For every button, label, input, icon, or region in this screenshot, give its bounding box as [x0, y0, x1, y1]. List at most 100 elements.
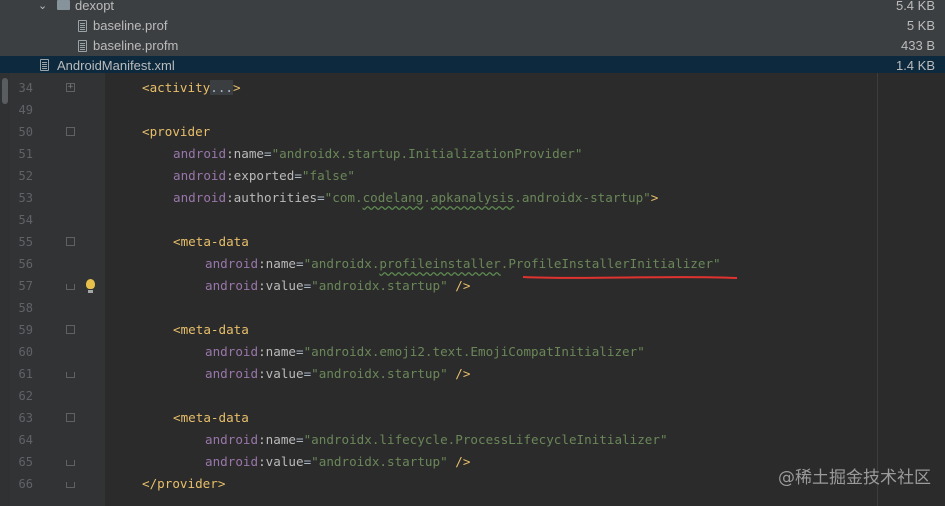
- code-text: android:value="androidx.startup" />: [205, 451, 470, 473]
- code-line[interactable]: 56 android:name="androidx.profileinstalle…: [0, 253, 945, 275]
- code-token: apkanalysis: [430, 190, 515, 205]
- fold-collapse-icon[interactable]: [66, 325, 75, 334]
- code-token: profileinstaller: [379, 256, 501, 271]
- tree-row-baseline-prof[interactable]: baseline.prof 5 KB: [0, 16, 945, 36]
- code-token: >: [650, 190, 659, 205]
- line-number: 52: [18, 169, 33, 183]
- line-number: 64: [18, 433, 33, 447]
- code-token: android: [205, 366, 259, 381]
- code-text: android:value="androidx.startup" />: [205, 275, 470, 297]
- code-token: :name: [258, 344, 296, 359]
- code-line[interactable]: 55 <meta-data: [0, 231, 945, 253]
- code-line[interactable]: 51 android:name="androidx.startup.Initial…: [0, 143, 945, 165]
- code-token: </provider>: [142, 476, 226, 491]
- code-token: android: [173, 190, 227, 205]
- code-text: <meta-data: [173, 231, 249, 253]
- lightbulb-icon[interactable]: [86, 279, 95, 293]
- fold-collapse-icon[interactable]: [66, 281, 75, 290]
- line-number: 66: [18, 477, 33, 491]
- line-number: 61: [18, 367, 33, 381]
- code-line[interactable]: 57 android:value="androidx.startup" />: [0, 275, 945, 297]
- fold-collapse-icon[interactable]: [66, 237, 75, 246]
- code-line[interactable]: 58: [0, 297, 945, 319]
- code-token: "androidx.emoji2.text.EmojiCompatInitial…: [303, 344, 645, 359]
- code-token: />: [447, 366, 471, 381]
- code-token: "androidx.: [303, 256, 380, 271]
- file-icon: [78, 20, 87, 32]
- fold-collapse-icon[interactable]: [66, 413, 75, 422]
- code-text: <meta-data: [173, 407, 249, 429]
- code-token: "androidx.startup": [311, 454, 448, 469]
- code-token: "false": [301, 168, 355, 183]
- line-number: 49: [18, 103, 33, 117]
- line-number: 58: [18, 301, 33, 315]
- code-line[interactable]: 63 <meta-data: [0, 407, 945, 429]
- code-token: android: [173, 168, 227, 183]
- line-number: 55: [18, 235, 33, 249]
- code-token: :name: [258, 432, 296, 447]
- code-text: android:authorities="com.codelang.apkana…: [173, 187, 658, 209]
- line-number: 62: [18, 389, 33, 403]
- code-token: .androidx-startup": [514, 190, 651, 205]
- fold-expand-icon[interactable]: +: [66, 83, 75, 92]
- tree-item-label: AndroidManifest.xml: [57, 58, 175, 73]
- fold-collapse-icon[interactable]: [66, 127, 75, 136]
- code-token: <provider: [142, 124, 211, 139]
- code-token: android: [205, 344, 259, 359]
- file-size: 5 KB: [906, 18, 935, 33]
- code-text: android:name="androidx.lifecycle.Process…: [205, 429, 668, 451]
- line-number: 59: [18, 323, 33, 337]
- code-line[interactable]: 34 + <activity...>: [0, 77, 945, 99]
- code-text: <activity...>: [142, 77, 241, 99]
- code-token: "androidx.startup": [311, 366, 448, 381]
- code-line[interactable]: 64 android:name="androidx.lifecycle.Proce…: [0, 429, 945, 451]
- line-number: 57: [18, 279, 33, 293]
- code-line[interactable]: 62: [0, 385, 945, 407]
- code-token: =: [294, 168, 302, 183]
- project-file-tree: ⌄ dexopt 5.4 KB baseline.prof 5 KB basel…: [0, 0, 945, 73]
- code-token: android: [205, 256, 259, 271]
- file-size: 1.4 KB: [895, 58, 935, 73]
- line-number: 63: [18, 411, 33, 425]
- code-line[interactable]: 60 android:name="androidx.emoji2.text.Emo…: [0, 341, 945, 363]
- line-number: 56: [18, 257, 33, 271]
- code-line[interactable]: 50 <provider: [0, 121, 945, 143]
- code-line[interactable]: 59 <meta-data: [0, 319, 945, 341]
- tree-item-label: dexopt: [75, 0, 115, 13]
- code-token: .ProfileInstallerInitializer": [500, 256, 721, 271]
- code-token: />: [447, 454, 471, 469]
- line-number: 34: [18, 81, 33, 95]
- code-token: :name: [258, 256, 296, 271]
- line-number: 53: [18, 191, 33, 205]
- file-size: 433 B: [901, 38, 935, 53]
- code-line[interactable]: 52 android:exported="false": [0, 165, 945, 187]
- code-token: android: [205, 454, 259, 469]
- watermark: @稀土掘金技术社区: [778, 468, 931, 488]
- code-token: <meta-data: [173, 322, 249, 337]
- code-text: <meta-data: [173, 319, 249, 341]
- code-token: <meta-data: [173, 410, 249, 425]
- code-token: =: [264, 146, 272, 161]
- code-text: android:name="androidx.profileinstaller.…: [205, 253, 721, 275]
- code-line[interactable]: 53 android:authorities="com.codelang.apka…: [0, 187, 945, 209]
- fold-collapse-icon[interactable]: [66, 369, 75, 378]
- fold-collapse-icon[interactable]: [66, 479, 75, 488]
- code-text: <provider: [142, 121, 210, 143]
- line-number: 51: [18, 147, 33, 161]
- code-token: :exported: [226, 168, 295, 183]
- code-line[interactable]: 49: [0, 99, 945, 121]
- line-number: 50: [18, 125, 33, 139]
- code-token: :value: [258, 278, 304, 293]
- tree-item-label: baseline.profm: [93, 38, 179, 53]
- tree-row-baseline-profm[interactable]: baseline.profm 433 B: [0, 36, 945, 56]
- code-token: =: [296, 256, 304, 271]
- code-token: :value: [258, 366, 304, 381]
- tree-row-dexopt[interactable]: ⌄ dexopt 5.4 KB: [0, 0, 945, 16]
- line-number: 54: [18, 213, 33, 227]
- chevron-down-icon[interactable]: ⌄: [38, 0, 47, 16]
- code-line[interactable]: 54: [0, 209, 945, 231]
- tree-row-android-manifest[interactable]: AndroidManifest.xml 1.4 KB: [0, 56, 945, 73]
- code-text: android:name="androidx.emoji2.text.Emoji…: [205, 341, 645, 363]
- fold-collapse-icon[interactable]: [66, 457, 75, 466]
- code-line[interactable]: 61 android:value="androidx.startup" />: [0, 363, 945, 385]
